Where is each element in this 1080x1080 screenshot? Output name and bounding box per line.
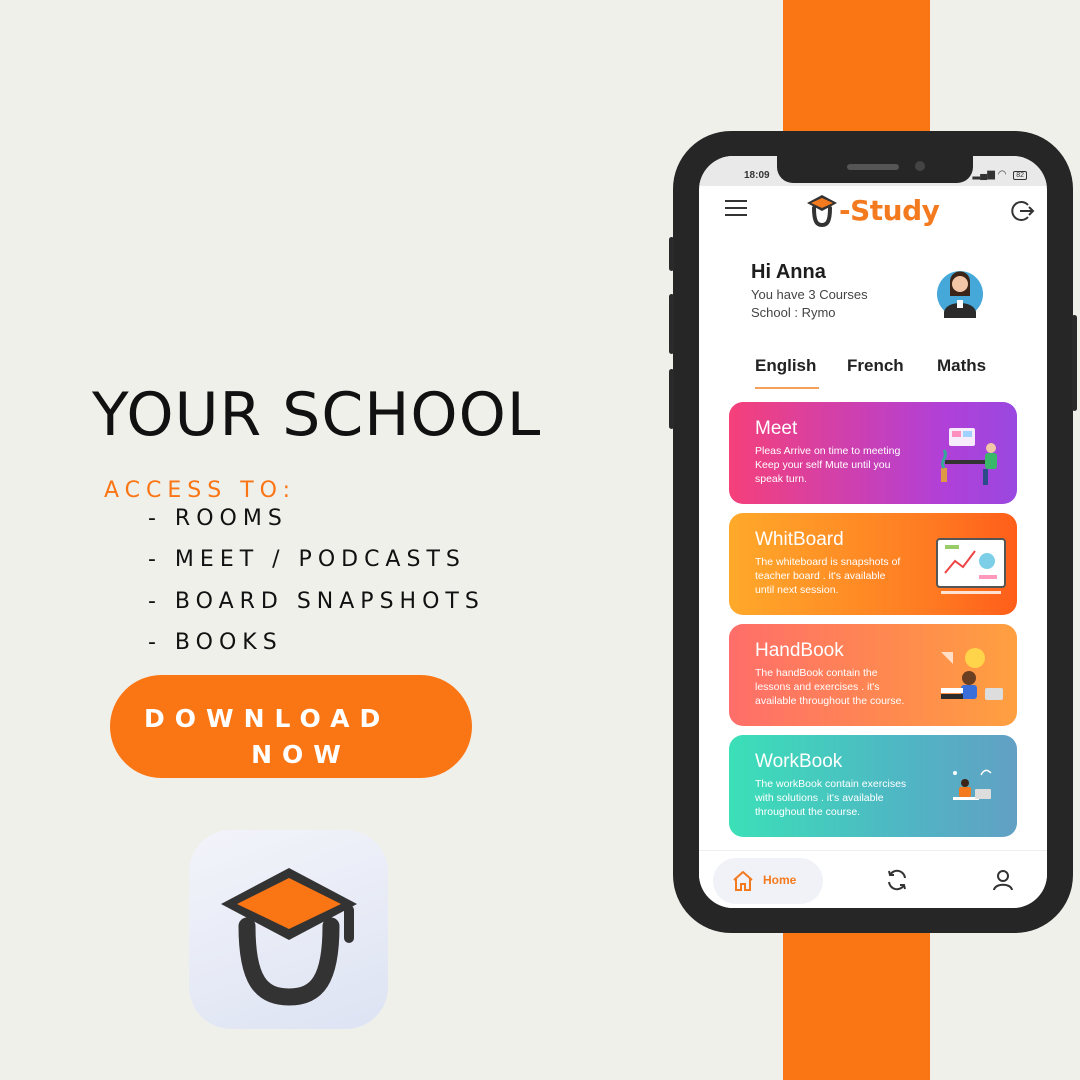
courses-count: You have 3 Courses [751,287,868,302]
status-icons: ▂▄▆ ◠ 82 [972,169,1027,180]
speaker-grille [847,164,899,170]
meeting-illustration-icon [941,428,997,485]
card-handbook-desc: The handBook contain the lessons and exe… [755,667,905,707]
user-avatar-icon[interactable] [936,262,984,318]
card-meet-desc: Pleas Arrive on time to meeting Keep you… [755,445,901,485]
phone-notch [777,156,973,183]
active-tab-indicator [755,387,819,389]
card-handbook-title: HandBook [755,640,844,661]
phone-volume-up [669,294,674,354]
status-time: 18:09 [744,170,770,181]
download-now-button[interactable]: DOWNLOAD NOW [110,675,472,778]
bottom-navigation: Home [699,850,1047,908]
download-label-line1: DOWNLOAD [144,703,391,733]
graduation-cap-icon [807,195,837,228]
school-name: School : Rymo [751,305,836,320]
card-workbook-title: WorkBook [755,751,843,772]
front-camera [915,161,925,171]
battery-icon: 82 [1013,171,1027,180]
card-whiteboard-desc: The whiteboard is snapshots of teacher b… [755,556,901,596]
card-whiteboard-title: WhitBoard [755,529,844,550]
user-profile-icon[interactable] [991,868,1015,892]
card-workbook-desc: The workBook contain exercises with solu… [755,778,907,818]
access-label: ACCESS TO: [104,478,296,503]
signal-icon: ▂▄▆ [972,169,995,180]
home-icon [733,871,753,891]
hamburger-menu-icon[interactable] [723,198,749,218]
logout-icon[interactable] [1009,198,1035,224]
nav-home-button[interactable]: Home [713,858,823,904]
card-meet[interactable]: Meet Pleas Arrive on time to meeting Kee… [729,402,1017,504]
app-header: -Study [699,186,1047,236]
feature-board-snapshots: - BOARD SNAPSHOTS [148,589,485,614]
headline: YOUR SCHOOL [92,380,542,450]
app-icon[interactable] [189,830,388,1029]
graduation-cap-logo-icon [221,868,357,1006]
feature-books: - BOOKS [148,630,283,655]
card-workbook[interactable]: WorkBook The workBook contain exercises … [729,735,1017,837]
phone-mute-switch [669,237,674,271]
wifi-icon: ◠ [997,169,1007,180]
tab-french[interactable]: French [847,356,904,376]
greeting: Hi Anna [751,261,826,283]
phone-screen: 18:09 ▂▄▆ ◠ 82 -Study Hi Anna You have 3… [699,156,1047,908]
app-name: -Study [839,193,940,227]
nav-home-label: Home [763,873,797,887]
phone-power-button [1072,315,1077,411]
workbook-illustration-icon [953,769,992,800]
card-meet-title: Meet [755,418,798,439]
tab-english[interactable]: English [755,356,816,376]
feature-rooms: - ROOMS [148,506,288,531]
card-whiteboard[interactable]: WhitBoard The whiteboard is snapshots of… [729,513,1017,615]
download-label-line2: NOW [251,739,351,769]
phone-volume-down [669,369,674,429]
phone-mockup: 18:09 ▂▄▆ ◠ 82 -Study Hi Anna You have 3… [669,131,1077,933]
card-handbook[interactable]: HandBook The handBook contain the lesson… [729,624,1017,726]
handbook-illustration-icon [941,648,1003,700]
course-tabs: English French Maths [699,356,1047,392]
feature-meet-podcasts: - MEET / PODCASTS [148,547,466,572]
whiteboard-illustration-icon [936,538,1006,594]
app-logo: -Study [805,190,940,230]
tab-maths[interactable]: Maths [937,356,986,376]
refresh-icon[interactable] [885,868,909,892]
